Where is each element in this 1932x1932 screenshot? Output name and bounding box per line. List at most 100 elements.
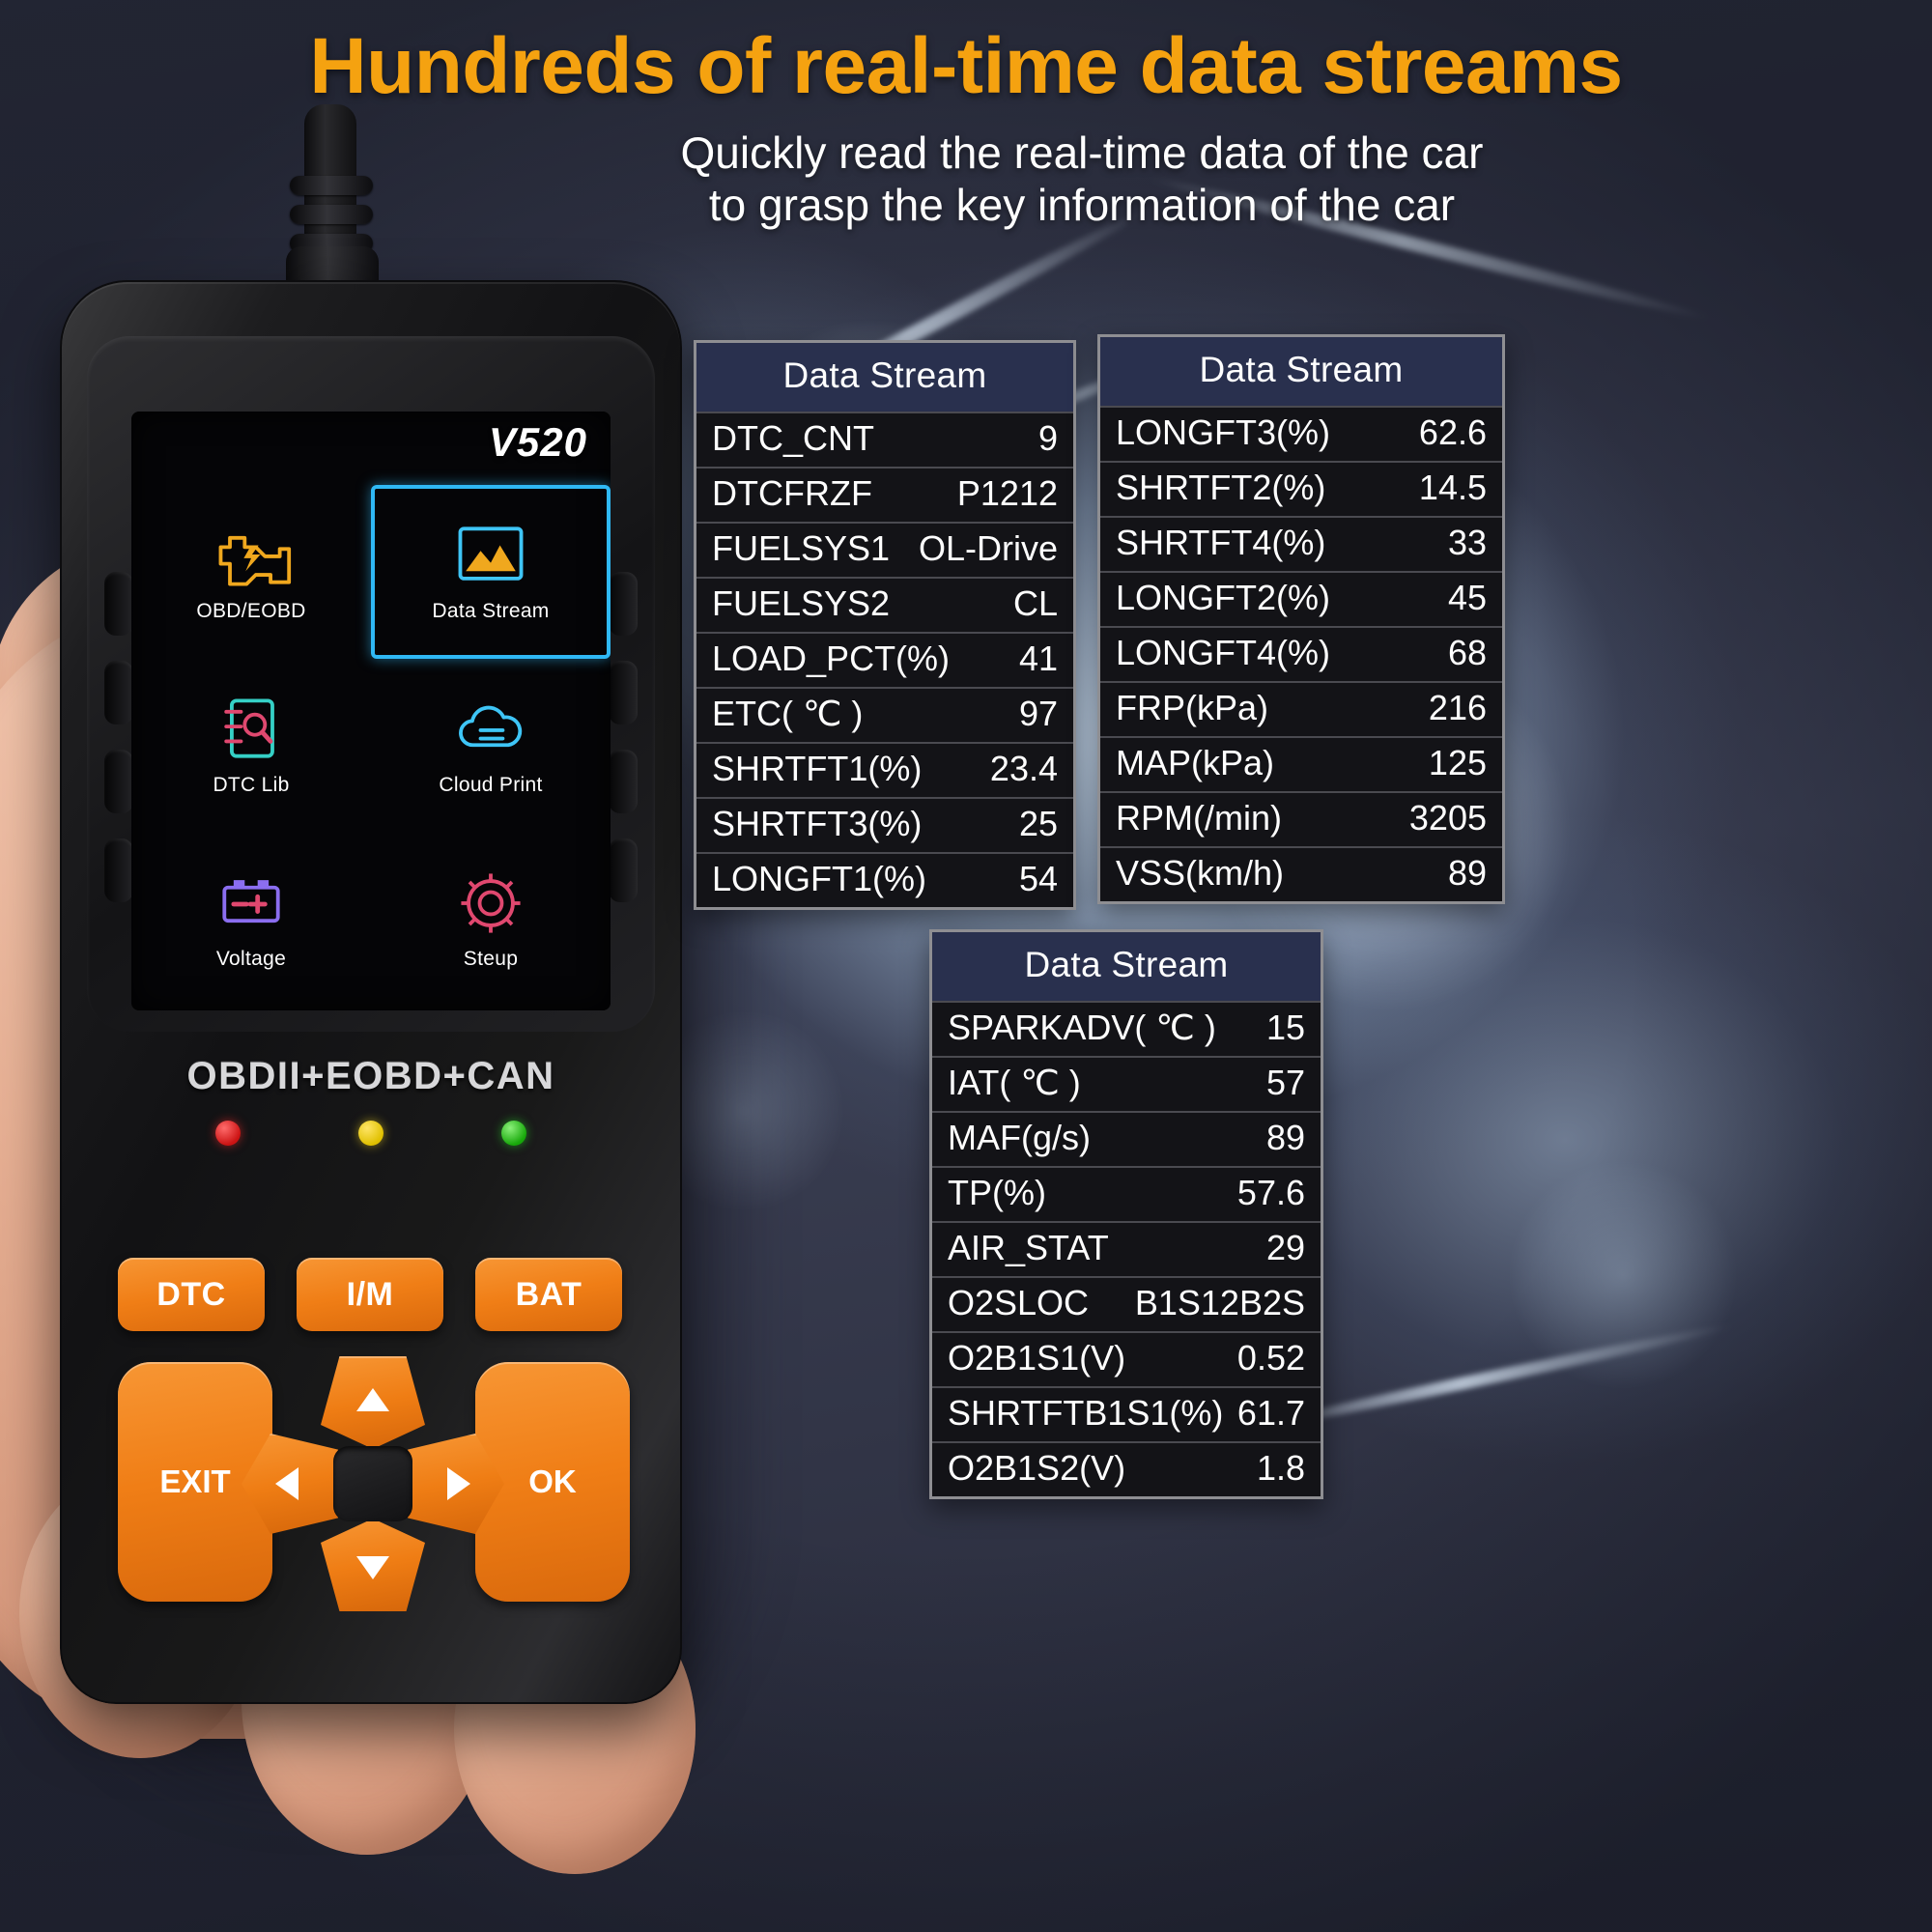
im-button[interactable]: I/M: [297, 1258, 443, 1331]
row-value: 45: [1447, 578, 1487, 617]
chart-mountain-icon: [458, 526, 524, 581]
obd-scanner-device: V520 OBD/EOBD Data Stream DTC Lib Cloud …: [60, 280, 682, 1704]
row-value: 23.4: [989, 749, 1058, 788]
row-value: CL: [1012, 583, 1058, 623]
row-key: FRP(kPa): [1116, 688, 1269, 727]
table-row: IAT( ℃ ) 57: [932, 1056, 1321, 1111]
table-row: LONGFT2(%) 45: [1100, 571, 1502, 626]
row-value: B1S12B2S: [1134, 1283, 1305, 1322]
table-row: TP(%) 57.6: [932, 1166, 1321, 1221]
row-key: SHRTFT2(%): [1116, 468, 1326, 507]
menu-item-voltage[interactable]: Voltage: [131, 833, 371, 1007]
row-key: SHRTFT4(%): [1116, 523, 1326, 562]
row-value: 57: [1265, 1063, 1305, 1102]
menu-item-cloud-print[interactable]: Cloud Print: [371, 659, 611, 833]
document-search-icon: [224, 698, 274, 758]
row-key: LONGFT1(%): [712, 859, 927, 898]
table-row: SHRTFT4(%) 33: [1100, 516, 1502, 571]
device-screen: V520 OBD/EOBD Data Stream DTC Lib Cloud …: [131, 412, 611, 1010]
row-key: MAP(kPa): [1116, 743, 1275, 782]
row-value: 41: [1018, 639, 1058, 678]
dtc-button[interactable]: DTC: [118, 1258, 265, 1331]
table-row: FUELSYS1 OL-Drive: [696, 522, 1073, 577]
table-title: Data Stream: [1100, 337, 1502, 406]
table-row: FRP(kPa) 216: [1100, 681, 1502, 736]
menu-item-label: DTC Lib: [213, 774, 290, 796]
row-key: O2B1S1(V): [948, 1338, 1126, 1378]
table-row: SPARKADV( ℃ ) 15: [932, 1001, 1321, 1056]
device-menu-grid: OBD/EOBD Data Stream DTC Lib Cloud Print…: [131, 485, 611, 1007]
row-value: 25: [1018, 804, 1058, 843]
device-brand-line: OBDII+EOBD+CAN: [186, 1055, 555, 1097]
menu-item-label: Data Stream: [432, 600, 550, 622]
row-value: 125: [1428, 743, 1487, 782]
row-key: VSS(km/h): [1116, 853, 1285, 893]
row-key: ETC( ℃ ): [712, 694, 864, 733]
table-row: VSS(km/h) 89: [1100, 846, 1502, 901]
row-key: SPARKADV( ℃ ): [948, 1008, 1216, 1047]
dpad-center: [333, 1446, 412, 1521]
menu-item-label: Steup: [463, 948, 519, 970]
row-key: DTCFRZF: [712, 473, 872, 513]
cable-rib: [290, 205, 373, 224]
device-led-row: [62, 1121, 680, 1146]
row-value: 62.6: [1418, 412, 1487, 452]
row-key: O2SLOC: [948, 1283, 1090, 1322]
row-key: MAF(g/s): [948, 1118, 1091, 1157]
device-side-grip: [609, 572, 638, 636]
table-row: DTCFRZF P1212: [696, 467, 1073, 522]
table-title: Data Stream: [932, 932, 1321, 1001]
engine-check-icon: [218, 535, 292, 586]
row-key: SHRTFT1(%): [712, 749, 923, 788]
data-stream-table-2: Data Stream LONGFT3(%) 62.6 SHRTFT2(%) 14.5…: [1097, 334, 1505, 904]
table-row: O2SLOC B1S12B2S: [932, 1276, 1321, 1331]
led-yellow-icon: [358, 1121, 384, 1146]
row-value: 9: [1037, 418, 1058, 458]
cloud-print-icon: [459, 705, 523, 748]
menu-item-label: OBD/EOBD: [196, 600, 306, 622]
menu-item-dtc-lib[interactable]: DTC Lib: [131, 659, 371, 833]
device-side-grip: [104, 661, 133, 724]
row-value: 216: [1428, 688, 1487, 727]
table-row: AIR_STAT 29: [932, 1221, 1321, 1276]
dpad-down-button[interactable]: [321, 1519, 425, 1611]
menu-item-obd-eobd[interactable]: OBD/EOBD: [131, 485, 371, 659]
bat-button[interactable]: BAT: [475, 1258, 622, 1331]
row-key: SHRTFTB1S1(%): [948, 1393, 1224, 1433]
row-value: 61.7: [1236, 1393, 1305, 1433]
row-key: LONGFT4(%): [1116, 633, 1331, 672]
row-key: FUELSYS1: [712, 528, 891, 568]
row-key: TP(%): [948, 1173, 1046, 1212]
row-value: 57.6: [1236, 1173, 1305, 1212]
table-row: LOAD_PCT(%) 41: [696, 632, 1073, 687]
row-value: 0.52: [1236, 1338, 1305, 1378]
row-key: O2B1S2(V): [948, 1448, 1126, 1488]
menu-item-data-stream[interactable]: Data Stream: [371, 485, 611, 659]
row-value: 89: [1265, 1118, 1305, 1157]
table-row: MAF(g/s) 89: [932, 1111, 1321, 1166]
arrow-up-icon: [356, 1388, 389, 1411]
table-row: RPM(/min) 3205: [1100, 791, 1502, 846]
table-row: LONGFT4(%) 68: [1100, 626, 1502, 681]
row-key: DTC_CNT: [712, 418, 874, 458]
row-value: 14.5: [1418, 468, 1487, 507]
device-side-grip: [609, 750, 638, 813]
data-stream-table-1: Data Stream DTC_CNT 9 DTCFRZF P1212 FUELSYS1…: [694, 340, 1076, 910]
table-row: ETC( ℃ ) 97: [696, 687, 1073, 742]
row-key: SHRTFT3(%): [712, 804, 923, 843]
row-key: IAT( ℃ ): [948, 1063, 1081, 1102]
data-stream-table-3: Data Stream SPARKADV( ℃ ) 15 IAT( ℃ ) 57 MAF…: [929, 929, 1323, 1499]
battery-icon: [222, 880, 280, 923]
row-key: LONGFT3(%): [1116, 412, 1331, 452]
table-body: DTC_CNT 9 DTCFRZF P1212 FUELSYS1 OL-Drive FUEL…: [696, 412, 1073, 907]
row-key: FUELSYS2: [712, 583, 891, 623]
table-title: Data Stream: [696, 343, 1073, 412]
row-value: 15: [1265, 1008, 1305, 1047]
led-red-icon: [215, 1121, 241, 1146]
row-value: OL-Drive: [918, 528, 1058, 568]
table-row: SHRTFTB1S1(%) 61.7: [932, 1386, 1321, 1441]
dpad-up-button[interactable]: [321, 1356, 425, 1449]
page-headline: Hundreds of real-time data streams: [309, 22, 1623, 110]
menu-item-setup[interactable]: Steup: [371, 833, 611, 1007]
arrow-left-icon: [275, 1467, 298, 1500]
